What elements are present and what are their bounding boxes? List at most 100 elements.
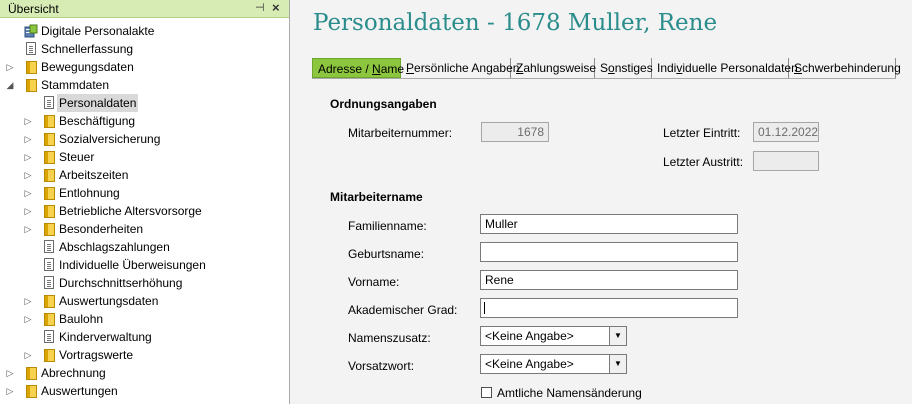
tree-item-label: Durchschnittserhöhung bbox=[59, 276, 183, 290]
akademischer-grad-label: Akademischer Grad: bbox=[348, 303, 458, 317]
namenszusatz-select[interactable]: <Keine Angabe> ▼ bbox=[480, 326, 627, 346]
folder-icon bbox=[44, 295, 55, 308]
tree-item-abschlagszahlungen[interactable]: Abschlagszahlungen bbox=[0, 238, 289, 256]
expand-arrow-icon[interactable]: ▷ bbox=[23, 202, 33, 220]
chevron-down-icon[interactable]: ▼ bbox=[609, 355, 626, 373]
tree-item-betriebliche-altersvorsorge[interactable]: ▷ Betriebliche Altersvorsorge bbox=[0, 202, 289, 220]
tree-item-label: Kinderverwaltung bbox=[59, 330, 152, 344]
close-icon[interactable]: × bbox=[272, 0, 280, 15]
tab-label: Schwerbehinderung bbox=[794, 61, 901, 75]
amtliche-namensaenderung-checkbox[interactable] bbox=[481, 387, 492, 398]
page-title: Personaldaten - 1678 Muller, Rene bbox=[313, 10, 718, 36]
tree-item-label: Betriebliche Altersvorsorge bbox=[59, 204, 202, 218]
familienname-input[interactable]: Muller bbox=[480, 214, 738, 234]
navigation-panel-title: Übersicht bbox=[8, 2, 59, 16]
tab-label: Persönliche Angaben bbox=[406, 61, 520, 75]
doc-icon bbox=[44, 240, 54, 253]
familienname-label: Familienname: bbox=[348, 219, 427, 233]
expand-arrow-icon[interactable]: ▷ bbox=[23, 220, 33, 238]
folder-icon bbox=[44, 169, 55, 182]
vorname-input[interactable]: Rene bbox=[480, 270, 738, 290]
letzter-eintritt-field: 01.12.2022 bbox=[753, 122, 819, 142]
tree-item-auswertungsdaten[interactable]: ▷ Auswertungsdaten bbox=[0, 292, 289, 310]
tree-item-personaldaten[interactable]: Personaldaten bbox=[0, 94, 289, 112]
tree-item-label: Stammdaten bbox=[41, 78, 110, 92]
tree-item-digitale-personalakte[interactable]: Digitale Personalakte bbox=[0, 22, 289, 40]
tree-item-baulohn[interactable]: ▷ Baulohn bbox=[0, 310, 289, 328]
section-heading-ordnungsangaben: Ordnungsangaben bbox=[330, 97, 437, 111]
folder-icon bbox=[44, 151, 55, 164]
tree-item-label: Beschäftigung bbox=[59, 114, 136, 128]
tree-item-entlohnung[interactable]: ▷ Entlohnung bbox=[0, 184, 289, 202]
tree-item-beschaftigung[interactable]: ▷ Beschäftigung bbox=[0, 112, 289, 130]
tree-item-label: Bewegungsdaten bbox=[41, 60, 134, 74]
mitarbeiternummer-field: 1678 bbox=[481, 122, 549, 142]
expand-arrow-icon[interactable]: ▷ bbox=[23, 292, 33, 310]
folder-icon bbox=[44, 187, 55, 200]
folder-icon bbox=[44, 115, 55, 128]
mitarbeiternummer-label: Mitarbeiternummer: bbox=[348, 126, 453, 140]
expand-arrow-icon[interactable]: ▷ bbox=[5, 382, 15, 400]
tree-item-label: Abschlagszahlungen bbox=[59, 240, 170, 254]
tab-divider bbox=[312, 78, 896, 79]
tree-item-auswertungen[interactable]: ▷ Auswertungen bbox=[0, 382, 289, 400]
folder-icon bbox=[44, 133, 55, 146]
akademischer-grad-input[interactable] bbox=[480, 298, 738, 318]
expand-arrow-icon[interactable]: ▷ bbox=[23, 346, 33, 364]
expand-arrow-icon[interactable]: ▷ bbox=[23, 112, 33, 130]
tree-item-sozialversicherung[interactable]: ▷ Sozialversicherung bbox=[0, 130, 289, 148]
tree-item-label: Baulohn bbox=[59, 312, 104, 326]
chevron-down-icon[interactable]: ▼ bbox=[609, 327, 626, 345]
tree-item-abrechnung[interactable]: ▷ Abrechnung bbox=[0, 364, 289, 382]
tab-zahlungsweise[interactable]: Zahlungsweise bbox=[511, 58, 596, 78]
tab-label: Adresse / Name bbox=[318, 62, 405, 76]
expand-arrow-icon[interactable]: ▷ bbox=[23, 130, 33, 148]
expand-arrow-icon[interactable]: ▷ bbox=[23, 310, 33, 328]
tab-sonstiges[interactable]: Sonstiges bbox=[595, 58, 653, 78]
expand-arrow-icon[interactable]: ▷ bbox=[23, 166, 33, 184]
pin-icon[interactable]: ⊣ bbox=[255, 1, 265, 14]
tab-label: Sonstiges bbox=[600, 61, 653, 75]
tree-item-label: Digitale Personalakte bbox=[41, 24, 155, 38]
folder-icon bbox=[26, 61, 37, 74]
tree-item-arbeitszeiten[interactable]: ▷ Arbeitszeiten bbox=[0, 166, 289, 184]
tree-item-individuelle-uberweisungen[interactable]: Individuelle Überweisungen bbox=[0, 256, 289, 274]
folder-icon bbox=[26, 79, 37, 92]
tree-item-schnellerfassung[interactable]: Schnellerfassung bbox=[0, 40, 289, 58]
expand-arrow-icon[interactable]: ▷ bbox=[5, 364, 15, 382]
tab-adresse-name[interactable]: Adresse / Name bbox=[312, 58, 405, 78]
navigation-panel-header: Übersicht ⊣ × bbox=[0, 0, 289, 18]
expand-arrow-icon[interactable]: ▷ bbox=[23, 148, 33, 166]
expand-arrow-icon[interactable]: ▷ bbox=[23, 184, 33, 202]
tree-item-stammdaten[interactable]: ◢ Stammdaten bbox=[0, 76, 289, 94]
doc-icon bbox=[44, 330, 54, 343]
vorsatzwort-value: <Keine Angabe> bbox=[485, 357, 574, 371]
tree-item-label: Entlohnung bbox=[59, 186, 120, 200]
geburtsname-input[interactable] bbox=[480, 242, 738, 262]
tab-persoenliche-angaben[interactable]: Persönliche Angaben bbox=[401, 58, 519, 78]
tree-item-vortragswerte[interactable]: ▷ Vortragswerte bbox=[0, 346, 289, 364]
tree-item-bewegungsdaten[interactable]: ▷ Bewegungsdaten bbox=[0, 58, 289, 76]
collapse-arrow-icon[interactable]: ◢ bbox=[5, 76, 15, 94]
folder-icon bbox=[44, 349, 55, 362]
tree-item-besonderheiten[interactable]: ▷ Besonderheiten bbox=[0, 220, 289, 238]
navigation-tree: Digitale Personalakte Schnellerfassung ▷ Be… bbox=[0, 22, 289, 400]
tree-item-kinderverwaltung[interactable]: Kinderverwaltung bbox=[0, 328, 289, 346]
vorsatzwort-select[interactable]: <Keine Angabe> ▼ bbox=[480, 354, 627, 374]
tree-item-label: Schnellerfassung bbox=[41, 42, 134, 56]
folder-icon bbox=[44, 223, 55, 236]
expand-arrow-icon[interactable]: ▷ bbox=[5, 58, 15, 76]
letzter-eintritt-label: Letzter Eintritt: bbox=[663, 126, 741, 140]
amtliche-namensaenderung-label: Amtliche Namensänderung bbox=[497, 386, 642, 400]
tree-item-label: Abrechnung bbox=[41, 366, 106, 380]
tree-item-steuer[interactable]: ▷ Steuer bbox=[0, 148, 289, 166]
letzter-austritt-field bbox=[753, 151, 819, 171]
tab-schwerbehinderung[interactable]: Schwerbehinderung bbox=[789, 58, 901, 78]
tab-individuelle-personaldaten[interactable]: Individuelle Personaldaten bbox=[652, 58, 798, 78]
section-heading-mitarbeitername: Mitarbeitername bbox=[330, 190, 423, 204]
vorname-label: Vorname: bbox=[348, 275, 400, 289]
tree-item-label: Personaldaten bbox=[57, 94, 139, 112]
namenszusatz-value: <Keine Angabe> bbox=[485, 329, 574, 343]
tree-item-durchschnittserhohung[interactable]: Durchschnittserhöhung bbox=[0, 274, 289, 292]
vorsatzwort-label: Vorsatzwort: bbox=[348, 359, 415, 373]
